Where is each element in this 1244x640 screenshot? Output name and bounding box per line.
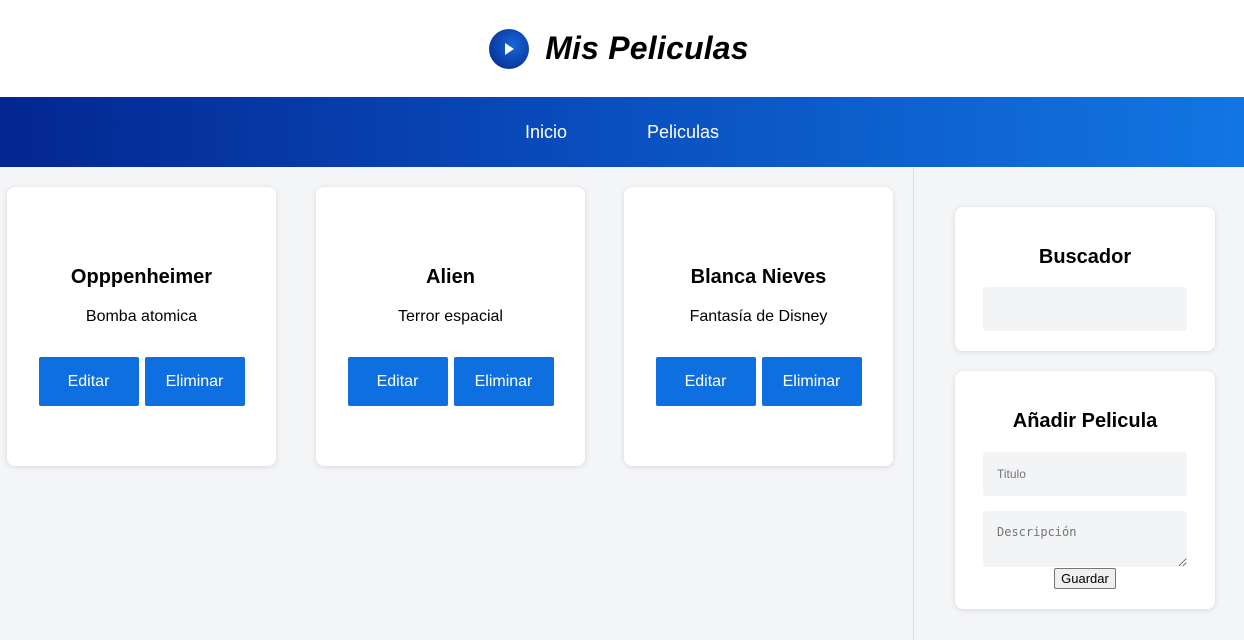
play-icon bbox=[489, 28, 530, 69]
app-title: Mis Peliculas bbox=[545, 30, 749, 66]
movie-description: Terror espacial bbox=[398, 308, 503, 325]
description-textarea[interactable] bbox=[983, 511, 1187, 567]
edit-button[interactable]: Editar bbox=[347, 357, 448, 406]
main-nav: Inicio Peliculas bbox=[0, 97, 1244, 167]
edit-button[interactable]: Editar bbox=[38, 357, 139, 406]
nav-item-peliculas[interactable]: Peliculas bbox=[607, 122, 759, 143]
add-movie-panel: Añadir Pelicula Guardar bbox=[955, 371, 1215, 609]
search-panel: Buscador bbox=[955, 207, 1215, 351]
delete-button[interactable]: Eliminar bbox=[761, 357, 862, 406]
movie-title: Blanca Nieves bbox=[690, 266, 827, 288]
nav-item-inicio[interactable]: Inicio bbox=[485, 122, 607, 143]
movie-card: Alien Terror espacial Editar Eliminar bbox=[316, 187, 585, 466]
movie-description: Fantasía de Disney bbox=[689, 308, 828, 325]
sidebar: Buscador Añadir Pelicula Guardar bbox=[913, 167, 1244, 640]
movie-card: Opppenheimer Bomba atomica Editar Elimin… bbox=[7, 187, 276, 466]
movie-actions: Editar Eliminar bbox=[7, 357, 276, 406]
save-button[interactable]: Guardar bbox=[1054, 568, 1116, 589]
movie-actions: Editar Eliminar bbox=[624, 357, 893, 406]
movie-card: Blanca Nieves Fantasía de Disney Editar … bbox=[624, 187, 893, 466]
search-input[interactable] bbox=[983, 287, 1187, 331]
app-header: Mis Peliculas bbox=[0, 0, 1244, 97]
movie-description: Bomba atomica bbox=[85, 308, 198, 325]
movie-title: Opppenheimer bbox=[70, 266, 213, 288]
delete-button[interactable]: Eliminar bbox=[144, 357, 245, 406]
add-movie-title: Añadir Pelicula bbox=[1012, 410, 1158, 432]
edit-button[interactable]: Editar bbox=[655, 357, 756, 406]
movie-title: Alien bbox=[426, 266, 475, 288]
delete-button[interactable]: Eliminar bbox=[453, 357, 554, 406]
search-title: Buscador bbox=[1038, 246, 1132, 268]
movie-list: Opppenheimer Bomba atomica Editar Elimin… bbox=[0, 167, 914, 640]
movie-actions: Editar Eliminar bbox=[316, 357, 585, 406]
title-input[interactable] bbox=[983, 452, 1187, 496]
